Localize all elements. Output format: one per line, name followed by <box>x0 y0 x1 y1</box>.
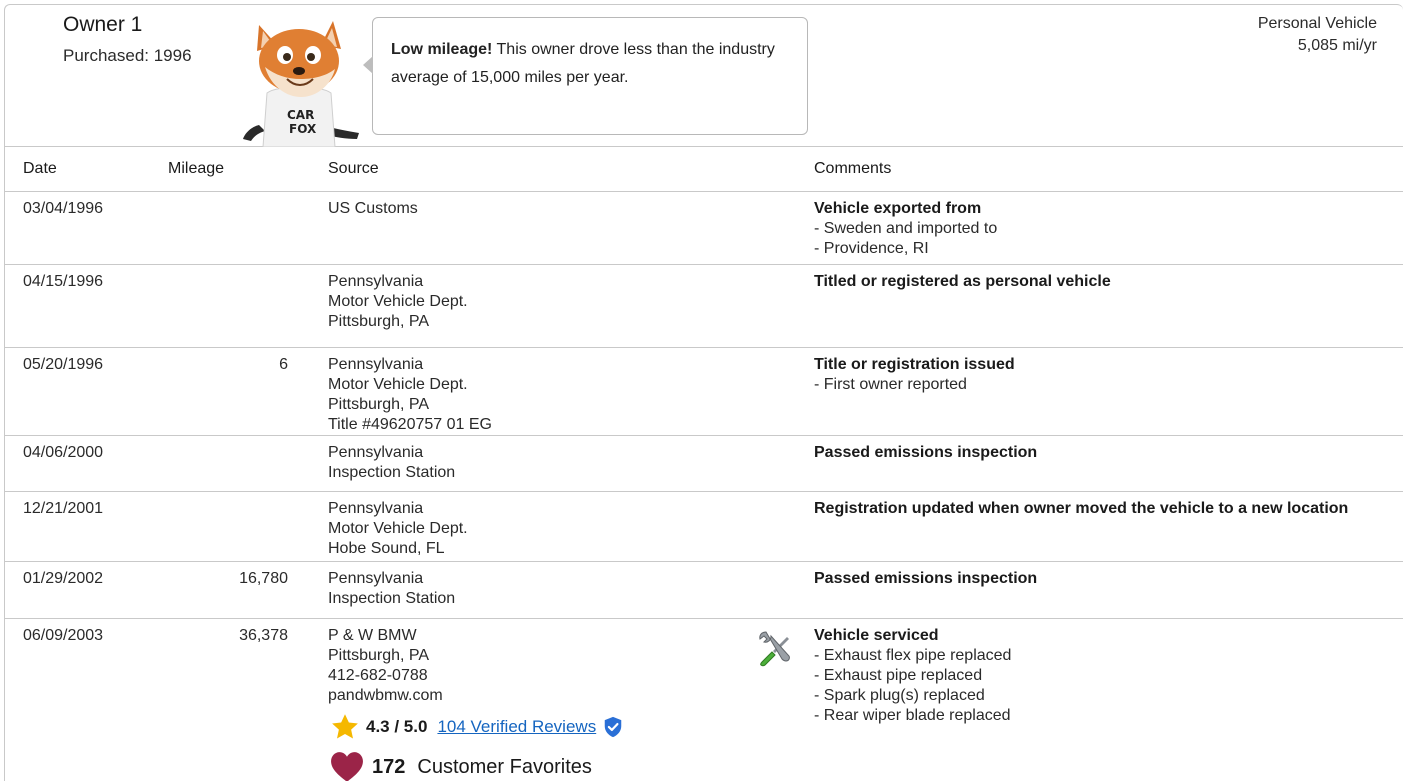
column-mileage: Mileage <box>150 147 288 192</box>
row-source: Pennsylvania Motor Vehicle Dept. Pittsbu… <box>328 264 756 348</box>
heart-icon <box>331 751 363 781</box>
dealer-rating: 4.3 / 5.0 104 Verified Reviews <box>328 712 756 742</box>
row-date: 05/20/1996 <box>5 347 150 436</box>
verified-reviews-link[interactable]: 104 Verified Reviews <box>437 717 596 737</box>
history-table: Date Mileage Source Comments 03/04/1996 … <box>5 147 1403 781</box>
favorites-label: Customer Favorites <box>417 755 592 778</box>
row-source: P & W BMW Pittsburgh, PA 412-682-0788 pa… <box>328 618 756 781</box>
purchased-year: Purchased: 1996 <box>63 46 192 65</box>
comment-title: Vehicle exported from <box>814 199 982 217</box>
table-row: 04/06/2000 Pennsylvania Inspection Stati… <box>5 435 1403 492</box>
row-source: Pennsylvania Motor Vehicle Dept. Hobe So… <box>328 491 756 562</box>
favorites-count: 172 <box>372 755 406 778</box>
customer-favorites: 172 Customer Favorites <box>328 750 756 781</box>
column-comments: Comments <box>814 147 1403 192</box>
comment-title: Registration updated when owner moved th… <box>814 499 1349 517</box>
table-row: 01/29/2002 16,780 Pennsylvania Inspectio… <box>5 561 1403 619</box>
row-comment: Passed emissions inspection <box>814 561 1403 619</box>
carfox-mascot-icon: CAR FOX <box>243 21 359 147</box>
owner-header: Owner 1 Purchased: 1996 CAR FOX Low mile… <box>5 5 1403 147</box>
row-mileage <box>150 191 288 265</box>
row-date: 04/15/1996 <box>5 264 150 348</box>
row-mileage: 6 <box>150 347 288 436</box>
tools-icon <box>759 630 790 666</box>
mascot-shirt-line1: CAR <box>287 108 314 122</box>
row-mileage <box>150 491 288 562</box>
row-date: 06/09/2003 <box>5 618 150 781</box>
comment-title: Title or registration issued <box>814 355 1015 373</box>
column-source: Source <box>328 147 756 192</box>
row-comment: Title or registration issued - First own… <box>814 347 1403 436</box>
row-mileage: 16,780 <box>150 561 288 619</box>
row-date: 01/29/2002 <box>5 561 150 619</box>
row-comment: Vehicle exported from - Sweden and impor… <box>814 191 1403 265</box>
row-source: Pennsylvania Motor Vehicle Dept. Pittsbu… <box>328 347 756 436</box>
star-icon <box>332 713 358 738</box>
table-header-row: Date Mileage Source Comments <box>5 147 1403 192</box>
comment-title: Vehicle serviced <box>814 626 939 644</box>
row-mileage <box>150 435 288 492</box>
callout-title: Low mileage! <box>391 41 493 58</box>
row-comment: Passed emissions inspection <box>814 435 1403 492</box>
mascot-shirt-line2: FOX <box>289 122 317 136</box>
row-mileage <box>150 264 288 348</box>
row-date: 03/04/1996 <box>5 191 150 265</box>
table-row: 12/21/2001 Pennsylvania Motor Vehicle De… <box>5 491 1403 562</box>
verified-shield-icon <box>604 716 622 737</box>
row-date: 04/06/2000 <box>5 435 150 492</box>
row-source: US Customs <box>328 191 756 265</box>
row-comment: Titled or registered as personal vehicle <box>814 264 1403 348</box>
column-date: Date <box>5 147 150 192</box>
table-row: 06/09/2003 36,378 P & W BMW Pittsburgh, … <box>5 618 1403 781</box>
row-source: Pennsylvania Inspection Station <box>328 435 756 492</box>
row-comment: Vehicle serviced - Exhaust flex pipe rep… <box>814 618 1403 781</box>
row-mileage: 36,378 <box>150 618 288 781</box>
rating-score: 4.3 / 5.0 <box>366 716 428 736</box>
mileage-rate: 5,085 mi/yr <box>1297 37 1377 54</box>
comment-title: Passed emissions inspection <box>814 443 1038 461</box>
vehicle-usage-summary: Personal Vehicle 5,085 mi/yr <box>1258 13 1377 57</box>
row-comment: Registration updated when owner moved th… <box>814 491 1403 562</box>
owner-history-card: Owner 1 Purchased: 1996 CAR FOX Low mile… <box>4 4 1403 781</box>
vehicle-type: Personal Vehicle <box>1257 15 1377 32</box>
table-row: 05/20/1996 6 Pennsylvania Motor Vehicle … <box>5 347 1403 436</box>
table-row: 04/15/1996 Pennsylvania Motor Vehicle De… <box>5 264 1403 348</box>
row-source: Pennsylvania Inspection Station <box>328 561 756 619</box>
owner-title: Owner 1 <box>63 13 143 36</box>
table-row: 03/04/1996 US Customs Vehicle exported f… <box>5 191 1403 265</box>
low-mileage-callout: Low mileage! This owner drove less than … <box>363 17 808 135</box>
comment-title: Titled or registered as personal vehicle <box>814 272 1111 290</box>
comment-title: Passed emissions inspection <box>814 569 1038 587</box>
row-date: 12/21/2001 <box>5 491 150 562</box>
